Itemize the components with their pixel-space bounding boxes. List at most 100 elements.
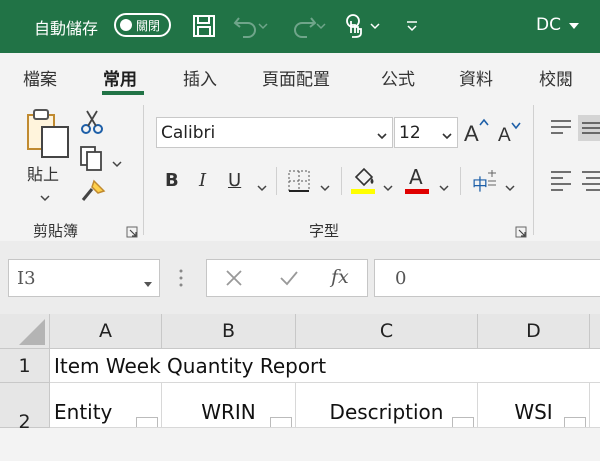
autosave-label: 自動儲存	[34, 19, 99, 38]
cancel-icon[interactable]	[225, 269, 243, 291]
font-size-value: 12	[399, 123, 421, 143]
font-color-letter: A	[409, 165, 423, 189]
more-dots-icon	[178, 269, 184, 291]
name-box-value: I3	[17, 268, 36, 289]
select-all-corner[interactable]	[0, 314, 50, 349]
touch-mode-icon[interactable]	[340, 12, 368, 40]
svg-text:A: A	[464, 121, 479, 145]
column-header-b[interactable]: B	[162, 314, 296, 349]
formula-input[interactable]: 0	[374, 259, 600, 297]
cell-d2-text: WSI	[514, 400, 553, 424]
tab-home[interactable]: 常用	[103, 65, 137, 90]
row-header-2[interactable]: 2	[0, 383, 50, 433]
tab-page-layout[interactable]: 頁面配置	[262, 65, 330, 90]
cell-c2-text: Description	[329, 400, 444, 424]
italic-button[interactable]: I	[199, 170, 206, 191]
font-color-icon[interactable]: A	[404, 165, 430, 195]
column-header-c[interactable]: C	[296, 314, 478, 349]
underline-button[interactable]: U	[228, 170, 241, 191]
borders-icon[interactable]	[287, 169, 311, 197]
clipboard-launcher-icon[interactable]	[126, 223, 138, 242]
clipboard-group-label: 剪貼簿	[33, 222, 79, 240]
cell-b2-text: WRIN	[201, 400, 256, 424]
save-icon[interactable]	[190, 12, 218, 40]
separator	[276, 167, 277, 195]
active-tab-indicator	[102, 91, 144, 95]
filter-dropdown-icon[interactable]	[270, 417, 292, 427]
tab-insert[interactable]: 插入	[183, 65, 217, 90]
customize-toolbar-icon[interactable]	[400, 12, 424, 40]
name-box[interactable]: I3	[8, 259, 160, 297]
font-name-value: Calibri	[161, 123, 216, 143]
font-color-swatch	[405, 189, 429, 194]
cell-a2-text: Entity	[54, 400, 113, 424]
decrease-font-size-icon[interactable]: A	[497, 119, 523, 149]
formula-value: 0	[395, 268, 407, 289]
tab-data[interactable]: 資料	[459, 65, 493, 90]
user-initials[interactable]: DC	[536, 15, 561, 35]
tab-review[interactable]: 校閱	[539, 65, 573, 90]
copy-icon[interactable]	[78, 145, 106, 175]
separator	[143, 105, 144, 235]
align-left-icon[interactable]	[549, 169, 573, 195]
insert-function-button[interactable]: fx	[331, 266, 349, 288]
svg-text:A: A	[498, 125, 511, 145]
ribbon-tabs: 檔案 常用 插入 頁面配置 公式 資料 校閱	[0, 53, 600, 101]
font-color-dropdown-icon[interactable]	[439, 177, 449, 196]
filter-dropdown-icon[interactable]	[564, 417, 586, 427]
paste-dropdown-icon[interactable]	[40, 187, 50, 206]
fill-color-dropdown-icon[interactable]	[383, 177, 393, 196]
cell-c2[interactable]: Description	[296, 383, 478, 428]
row-header-1[interactable]: 1	[0, 349, 50, 383]
cell-d2[interactable]: WSI	[478, 383, 590, 428]
touch-mode-dropdown-icon[interactable]	[368, 12, 382, 40]
filter-dropdown-icon[interactable]	[452, 417, 474, 427]
bold-button[interactable]: B	[165, 170, 179, 191]
font-name-dropdown[interactable]: Calibri	[156, 117, 393, 148]
tab-formulas[interactable]: 公式	[381, 65, 415, 90]
title-bar: 自動儲存 關閉 DC	[0, 0, 600, 53]
cell-a2[interactable]: Entity	[50, 383, 162, 428]
chevron-down-icon	[376, 126, 388, 145]
phonetic-dropdown-icon[interactable]	[505, 177, 515, 196]
chevron-down-icon	[441, 126, 453, 145]
format-painter-icon[interactable]	[80, 179, 106, 207]
paste-label: 貼上	[27, 165, 60, 184]
top-align-icon[interactable]	[549, 117, 573, 141]
fill-color-icon[interactable]	[350, 165, 378, 199]
paste-icon[interactable]	[22, 107, 72, 159]
formula-bar: I3 fx 0	[0, 241, 600, 314]
increase-font-size-icon[interactable]: A	[463, 117, 489, 149]
copy-dropdown-icon[interactable]	[112, 153, 122, 172]
formula-buttons: fx	[206, 259, 368, 297]
separator	[460, 167, 461, 195]
column-header-a[interactable]: A	[50, 314, 162, 349]
font-size-dropdown[interactable]: 12	[394, 117, 458, 148]
column-header-e[interactable]	[590, 314, 600, 349]
enter-icon[interactable]	[279, 269, 299, 291]
underline-dropdown-icon[interactable]	[257, 177, 267, 196]
cut-icon[interactable]	[80, 109, 104, 139]
caret-down-icon[interactable]	[143, 274, 153, 293]
user-menu-caret-icon[interactable]	[564, 12, 584, 40]
autosave-toggle-label: 關閉	[136, 19, 161, 33]
font-launcher-icon[interactable]	[515, 223, 527, 242]
font-group-label: 字型	[309, 222, 340, 240]
cell-e2[interactable]	[590, 383, 600, 428]
undo-dropdown-icon[interactable]	[256, 12, 270, 40]
middle-align-icon[interactable]	[578, 115, 600, 141]
borders-dropdown-icon[interactable]	[320, 177, 330, 196]
align-center-icon[interactable]	[580, 169, 600, 195]
cell-b2[interactable]: WRIN	[162, 383, 296, 428]
ribbon: 貼上 剪貼簿 Calibri 12 A A B I U A 中 字型	[0, 101, 600, 241]
filter-dropdown-icon[interactable]	[136, 417, 158, 427]
tab-file[interactable]: 檔案	[23, 65, 57, 90]
separator	[341, 167, 342, 195]
column-header-d[interactable]: D	[478, 314, 590, 349]
autosave-toggle[interactable]: 關閉	[114, 13, 171, 37]
separator	[533, 105, 534, 235]
worksheet-grid: A B C D 1 2 Item Week Quantity Report En…	[0, 314, 600, 433]
phonetic-guide-icon[interactable]: 中	[470, 169, 498, 194]
cell-a1[interactable]: Item Week Quantity Report	[50, 349, 600, 383]
redo-dropdown-icon[interactable]	[314, 12, 328, 40]
